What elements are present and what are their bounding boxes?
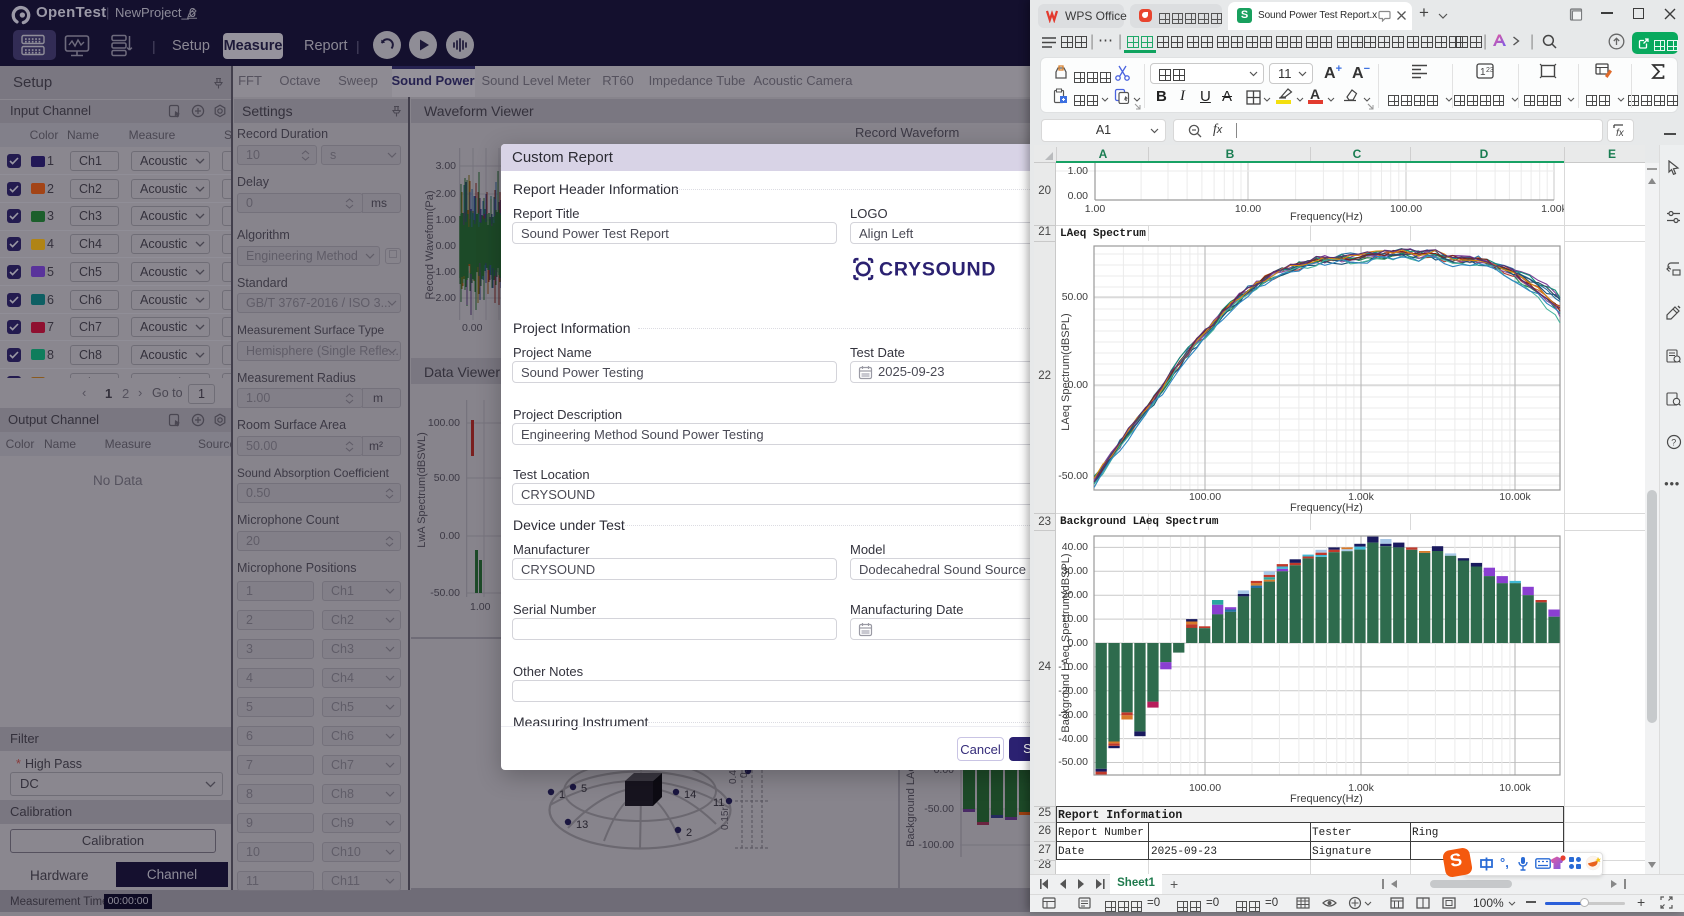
svg-text:?: ? <box>1671 438 1676 448</box>
svg-text:fx: fx <box>1616 128 1625 138</box>
svg-text:11: 11 <box>713 797 724 809</box>
svg-text:100.00: 100.00 <box>1390 203 1422 215</box>
svg-text:0.15r: 0.15r <box>720 807 731 830</box>
svg-text:1.00k: 1.00k <box>1541 203 1564 215</box>
svg-text:10.00: 10.00 <box>1235 203 1261 215</box>
svg-text:1: 1 <box>559 789 565 801</box>
svg-text:1.00: 1.00 <box>1085 203 1106 215</box>
svg-text:13: 13 <box>576 819 588 831</box>
svg-text:5: 5 <box>581 783 587 795</box>
svg-text:23: 23 <box>1486 67 1494 74</box>
svg-text:CRYSOUND: CRYSOUND <box>879 259 996 281</box>
svg-text:14: 14 <box>684 789 696 801</box>
svg-text:2: 2 <box>686 827 692 839</box>
